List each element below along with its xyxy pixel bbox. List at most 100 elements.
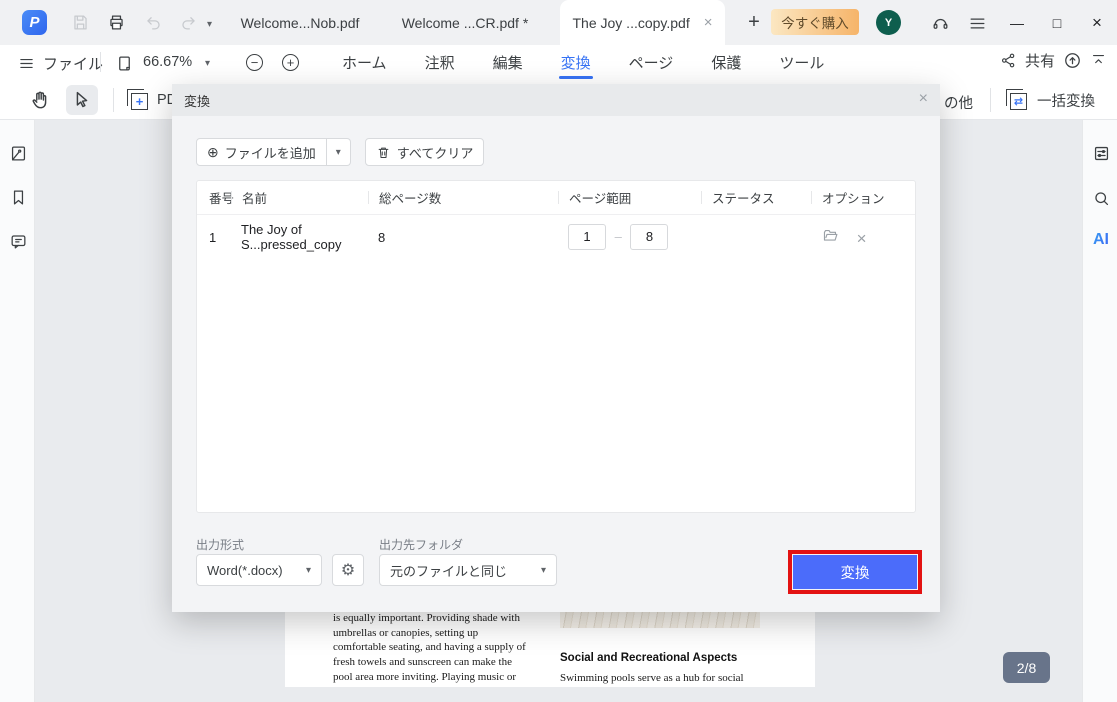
- others-button[interactable]: の他: [944, 92, 973, 113]
- add-file-caret-button[interactable]: ▾: [327, 138, 351, 166]
- zoom-caret-icon[interactable]: ▾: [205, 58, 210, 69]
- output-format-select[interactable]: Word(*.docx) ▾: [196, 554, 322, 586]
- page-indicator-badge: 2/8: [1003, 652, 1050, 683]
- range-to-input[interactable]: 8: [630, 224, 668, 250]
- open-folder-icon[interactable]: [821, 226, 839, 244]
- dialog-close-icon[interactable]: ×: [919, 90, 928, 108]
- save-icon[interactable]: [70, 12, 90, 32]
- col-status: ステータス: [701, 191, 821, 204]
- window-maximize-button[interactable]: □: [1046, 12, 1068, 34]
- col-total-pages: 総ページ数: [368, 191, 568, 204]
- print-icon[interactable]: [106, 12, 126, 32]
- hand-tool-button[interactable]: [24, 85, 56, 115]
- undo-icon[interactable]: [143, 12, 163, 32]
- tab-page[interactable]: ページ: [627, 45, 676, 80]
- document-text-left-column: is equally important. Providing shade wi…: [333, 611, 568, 685]
- file-list-card: 番号 名前 総ページ数 ページ範囲 ステータス オプション 1 The Joy …: [196, 180, 916, 513]
- pdf-create-icon: +: [127, 89, 151, 111]
- zoom-out-button[interactable]: −: [246, 54, 263, 71]
- document-text-right-column: Swimming pools serve as a hub for social: [560, 672, 744, 684]
- table-row[interactable]: 1 The Joy of S...pressed_copy 8 1 – 8 ×: [197, 215, 915, 259]
- row-file-name: The Joy of S...pressed_copy: [241, 222, 378, 252]
- tab-edit[interactable]: 編集: [491, 45, 525, 80]
- divider: [100, 52, 101, 72]
- history-caret-icon[interactable]: ▾: [207, 19, 212, 30]
- thumbnails-panel-icon[interactable]: [8, 143, 28, 163]
- chevron-down-icon: ▾: [541, 565, 546, 576]
- search-icon[interactable]: [1091, 188, 1111, 208]
- row-number: 1: [209, 230, 241, 245]
- left-panel-bar: [0, 120, 35, 702]
- cursor-icon: [71, 89, 93, 111]
- window-close-button[interactable]: ×: [1086, 12, 1108, 34]
- app-logo-icon: P: [22, 10, 47, 35]
- new-tab-button[interactable]: +: [742, 10, 766, 34]
- select-tool-button[interactable]: [66, 85, 98, 115]
- clear-all-button[interactable]: すべてクリア: [365, 138, 485, 166]
- redo-icon[interactable]: [178, 12, 198, 32]
- tab-home[interactable]: ホーム: [340, 45, 389, 80]
- title-bar: P ▾ Welcome...Nob.pdf Welcome ...CR.pdf …: [0, 0, 1117, 45]
- divider: [990, 88, 991, 112]
- cloud-upload-icon[interactable]: [1063, 51, 1082, 70]
- properties-panel-icon[interactable]: [1091, 143, 1111, 163]
- range-from-input[interactable]: 1: [568, 224, 606, 250]
- format-settings-button[interactable]: ⚙: [332, 554, 364, 586]
- tab-convert[interactable]: 変換: [559, 45, 593, 80]
- tab-protect[interactable]: 保護: [709, 45, 743, 80]
- red-highlight-annotation: 変換: [788, 550, 922, 594]
- row-options: ×: [821, 226, 915, 248]
- document-heading: Social and Recreational Aspects: [560, 652, 737, 664]
- comments-panel-icon[interactable]: [8, 231, 28, 251]
- divider: [113, 88, 114, 112]
- convert-dialog: 変換 × ⊕ ファイルを追加 ▾ すべてクリア 番号 名前 総ページ数 ページ範…: [172, 84, 940, 612]
- zoom-in-button[interactable]: +: [282, 54, 299, 71]
- buy-now-button[interactable]: 今すぐ購入: [771, 9, 859, 35]
- support-headset-icon[interactable]: [930, 13, 950, 33]
- batch-convert-icon: ⇄: [1006, 89, 1030, 111]
- file-menu-icon: [18, 55, 35, 72]
- dialog-title: 変換: [184, 91, 210, 110]
- plus-circle-icon: ⊕: [207, 145, 219, 159]
- output-folder-label: 出力先フォルダ: [379, 536, 463, 553]
- share-icon[interactable]: [1000, 52, 1017, 69]
- hamburger-menu-icon[interactable]: [967, 13, 987, 33]
- remove-file-icon[interactable]: ×: [853, 230, 871, 248]
- row-page-range: 1 – 8: [568, 224, 711, 250]
- tab-close-icon[interactable]: ×: [704, 14, 713, 31]
- output-format-label: 出力形式: [196, 536, 244, 553]
- file-menu[interactable]: ファイル: [18, 53, 103, 74]
- pdf-create-button[interactable]: + PD: [127, 89, 177, 111]
- tab-the-joy-copy[interactable]: The Joy ...copy.pdf ×: [560, 0, 725, 45]
- bookmarks-panel-icon[interactable]: [8, 187, 28, 207]
- col-page-range: ページ範囲: [558, 191, 711, 204]
- right-panel-bar: AI: [1082, 120, 1117, 702]
- user-avatar[interactable]: Y: [876, 10, 901, 35]
- col-name: 名前: [231, 191, 378, 204]
- share-label[interactable]: 共有: [1025, 50, 1055, 71]
- window-minimize-button[interactable]: —: [1006, 12, 1028, 34]
- chevron-down-icon: ▾: [306, 565, 311, 576]
- tab-welcome-cr[interactable]: Welcome ...CR.pdf *: [390, 0, 540, 45]
- collapse-toolbar-icon[interactable]: [1090, 52, 1107, 69]
- ai-assistant-icon[interactable]: AI: [1091, 230, 1111, 250]
- trash-icon: [376, 145, 391, 160]
- tab-tools[interactable]: ツール: [777, 45, 826, 80]
- gear-icon: ⚙: [341, 560, 355, 580]
- row-total-pages: 8: [378, 230, 568, 245]
- dialog-header[interactable]: 変換 ×: [172, 84, 940, 116]
- hand-icon: [29, 89, 51, 111]
- share-group: 共有: [1000, 50, 1107, 71]
- ribbon-tabs: ホーム 注釈 編集 変換 ページ 保護 ツール: [340, 45, 826, 80]
- add-file-button[interactable]: ⊕ ファイルを追加: [196, 138, 327, 166]
- output-folder-select[interactable]: 元のファイルと同じ ▾: [379, 554, 557, 586]
- convert-button[interactable]: 変換: [793, 555, 917, 589]
- batch-convert-button[interactable]: ⇄ 一括変換: [1006, 89, 1095, 111]
- range-dash: –: [615, 229, 622, 244]
- col-options: オプション: [811, 191, 915, 204]
- zoom-level-value[interactable]: 66.67%: [143, 54, 192, 70]
- tab-welcome-nob[interactable]: Welcome...Nob.pdf: [225, 0, 375, 45]
- page-view-icon[interactable]: [114, 53, 134, 73]
- file-table-header: 番号 名前 総ページ数 ページ範囲 ステータス オプション: [197, 181, 915, 215]
- tab-annotate[interactable]: 注釈: [423, 45, 457, 80]
